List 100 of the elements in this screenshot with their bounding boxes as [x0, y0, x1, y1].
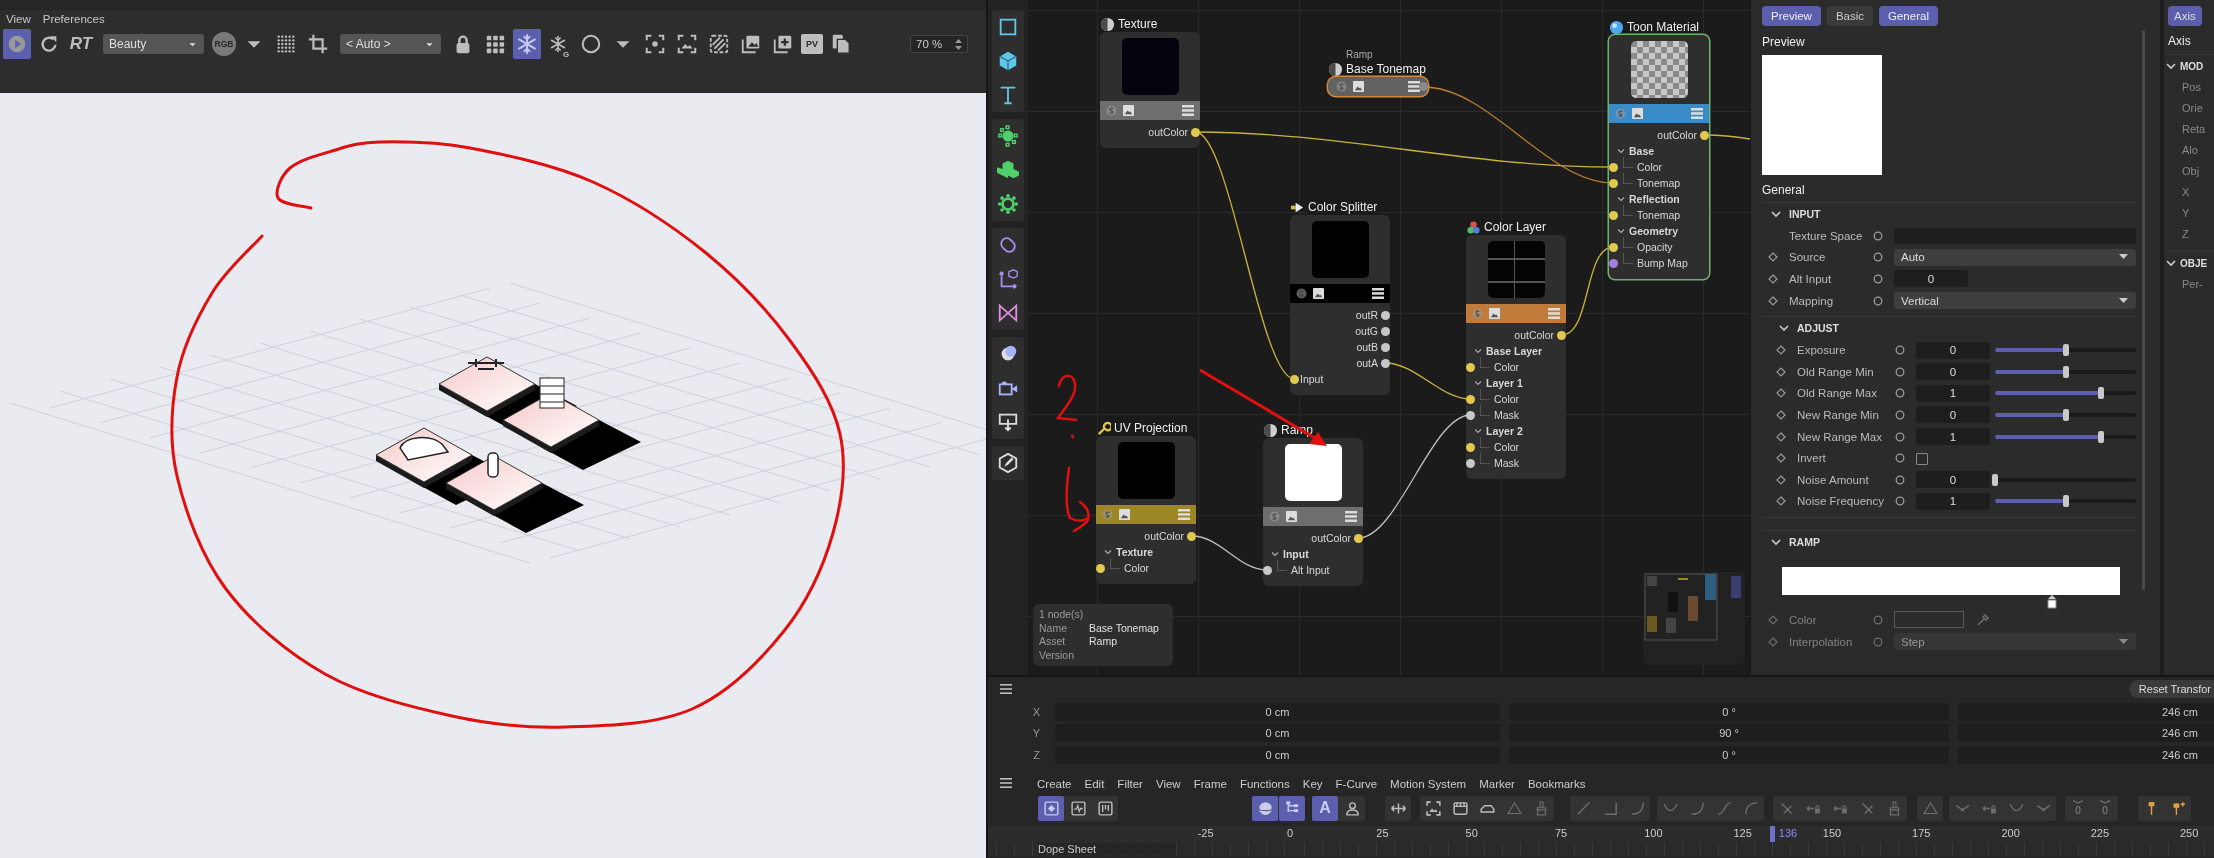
preview-heading: Preview — [1762, 35, 1806, 49]
port-label: outR — [1355, 309, 1378, 321]
node-subtitle: Ramp — [1345, 48, 1374, 61]
tab[interactable]: General — [1879, 6, 1938, 26]
timeline-ruler[interactable]: -25 0 25 50 75 100 125 136 150 175 200 225 250 — [988, 825, 2214, 842]
port-label: Color — [1494, 393, 1520, 405]
coordinate-field[interactable]: 90 ° — [1509, 724, 1949, 743]
ruler-tick-label: 225 — [2090, 826, 2110, 839]
menu-item[interactable]: Functions — [1239, 777, 1290, 790]
menu-item[interactable]: Edit — [1084, 777, 1105, 790]
text-button[interactable]: RT — [67, 29, 95, 60]
dropdown[interactable]: Vertical — [1894, 292, 2136, 310]
node-card[interactable]: outR outG outB outA Input — [1290, 215, 1390, 395]
zoom-field[interactable]: 70 % — [910, 35, 968, 54]
ruler-tick-label: 75 — [1554, 826, 1568, 839]
tab[interactable]: Axis — [2168, 6, 2202, 26]
menu-item[interactable]: View — [1155, 777, 1181, 790]
axis-label: Y — [1031, 727, 1041, 740]
coordinate-field[interactable]: 0 ° — [1509, 702, 1949, 721]
port-label: Opacity — [1637, 241, 1673, 253]
menu-item[interactable]: Create — [1037, 777, 1072, 790]
number-field[interactable]: 1 — [1916, 492, 1990, 510]
port-label: Tonemap — [1637, 177, 1681, 189]
letter-button[interactable]: A — [1312, 795, 1338, 821]
dropdown[interactable]: Auto — [1894, 248, 2136, 266]
coordinate-field[interactable]: 246 cm — [1958, 702, 2214, 721]
coordinate-field[interactable]: 0 cm — [1055, 724, 1500, 743]
number-field[interactable]: 1 — [1916, 384, 1990, 402]
port-label: outB — [1356, 341, 1378, 353]
info-text: 1 node(s) — [1039, 608, 1085, 622]
menu-item[interactable]: Key — [1302, 777, 1323, 790]
group-label: Input — [1283, 548, 1309, 560]
menu-item[interactable]: Motion System — [1390, 777, 1467, 790]
field-label: Texture Space — [1789, 229, 1864, 242]
menu-item[interactable]: Marker — [1479, 777, 1515, 790]
field-label: New Range Max — [1797, 430, 1883, 443]
port-label: outColor — [1514, 329, 1554, 341]
node-card[interactable]: outColor Base Color Tonemap Reflection Tonemap Geometry Opacity Bump Map — [1609, 35, 1709, 279]
menu-item[interactable]: F-Curve — [1335, 777, 1378, 790]
port-label: Alt Input — [1291, 564, 1330, 576]
field-label: Alo — [2181, 143, 2199, 158]
info-value: Base Tonemap — [1089, 621, 1160, 635]
badge-button[interactable]: PV — [801, 34, 823, 55]
node-title: Base Tonemap — [1346, 62, 1428, 76]
coordinate-field[interactable]: 0 cm — [1055, 702, 1500, 721]
ruler-tick-label: 0 — [1287, 826, 1294, 839]
coordinate-field[interactable]: 0 cm — [1055, 745, 1500, 764]
number-field[interactable]: 0 — [1916, 341, 1990, 359]
ruler-tick-label: 25 — [1376, 826, 1389, 839]
group-label: Base — [1629, 145, 1655, 157]
node-card[interactable]: outColor Input Alt Input — [1263, 438, 1363, 586]
section-title[interactable]: INPUT — [1789, 208, 1821, 220]
info-value: Ramp — [1089, 635, 1118, 649]
section-title[interactable]: OBJE — [2180, 257, 2208, 269]
node-card[interactable]: outColor Texture Color — [1096, 436, 1196, 584]
snowflake-g-button[interactable]: G — [545, 29, 573, 60]
menu-item[interactable]: Filter — [1117, 777, 1143, 790]
port-label: Mask — [1494, 409, 1520, 421]
tab[interactable]: Preview — [1762, 6, 1821, 26]
field-label: Noise Amount — [1797, 473, 1870, 486]
dropdown[interactable]: < Auto > — [340, 34, 441, 55]
ruler-tick-label: 125 — [1733, 826, 1752, 839]
coordinate-field[interactable]: 0 ° — [1509, 745, 1949, 764]
node-card[interactable]: outColor — [1100, 32, 1200, 148]
group-label: Base Layer — [1486, 345, 1543, 357]
menu-item[interactable]: View — [6, 13, 31, 26]
number-field[interactable]: 0 — [1916, 471, 1990, 489]
section-title[interactable]: RAMP — [1789, 536, 1820, 549]
section-title[interactable]: ADJUST — [1797, 322, 1839, 335]
number-field[interactable]: 0 — [1894, 270, 1968, 288]
tab[interactable]: Basic — [1826, 6, 1874, 26]
ruler-tick-label: 200 — [2001, 826, 2020, 839]
menu-item[interactable]: Bookmarks — [1527, 777, 1586, 790]
group-label: Reflection — [1629, 193, 1680, 205]
section-title[interactable]: MOD — [2180, 60, 2204, 72]
ruler-tick-label: -25 — [1197, 826, 1214, 839]
ruler-tick-label: 250 — [2180, 826, 2199, 839]
number-field[interactable]: 0 — [1916, 363, 1990, 381]
node-title: Color Layer — [1484, 220, 1549, 234]
field-label: New Range Min — [1797, 408, 1880, 421]
number-field[interactable]: 0 — [1916, 406, 1990, 424]
axis-label: Z — [1032, 748, 1041, 761]
field-label: Per- — [2181, 277, 2204, 292]
node-card[interactable]: outColor Base Layer Color Layer 1 Color Mask Layer 2 Color Mask — [1466, 235, 1566, 479]
field-label: Y — [2181, 206, 2191, 221]
field-label: Old Range Max — [1797, 387, 1878, 400]
number-field[interactable]: 1 — [1916, 428, 1990, 446]
ruler-tick-label: 100 — [1644, 826, 1663, 839]
group-label: Geometry — [1629, 225, 1679, 237]
menu-item[interactable]: Preferences — [42, 13, 105, 26]
group-label: Texture — [1116, 546, 1154, 558]
coordinate-field[interactable]: 246 cm — [1958, 724, 2214, 743]
reset-transform-button[interactable]: Reset Transfor — [2128, 680, 2214, 698]
field-label: X — [2181, 185, 2191, 200]
node-title: Color Splitter — [1308, 200, 1380, 214]
port-label: Color — [1124, 562, 1150, 574]
dropdown[interactable]: Beauty — [103, 34, 204, 55]
port-label: Color — [1637, 161, 1663, 173]
coordinate-field[interactable]: 246 cm — [1958, 745, 2214, 764]
menu-item[interactable]: Frame — [1193, 777, 1227, 790]
